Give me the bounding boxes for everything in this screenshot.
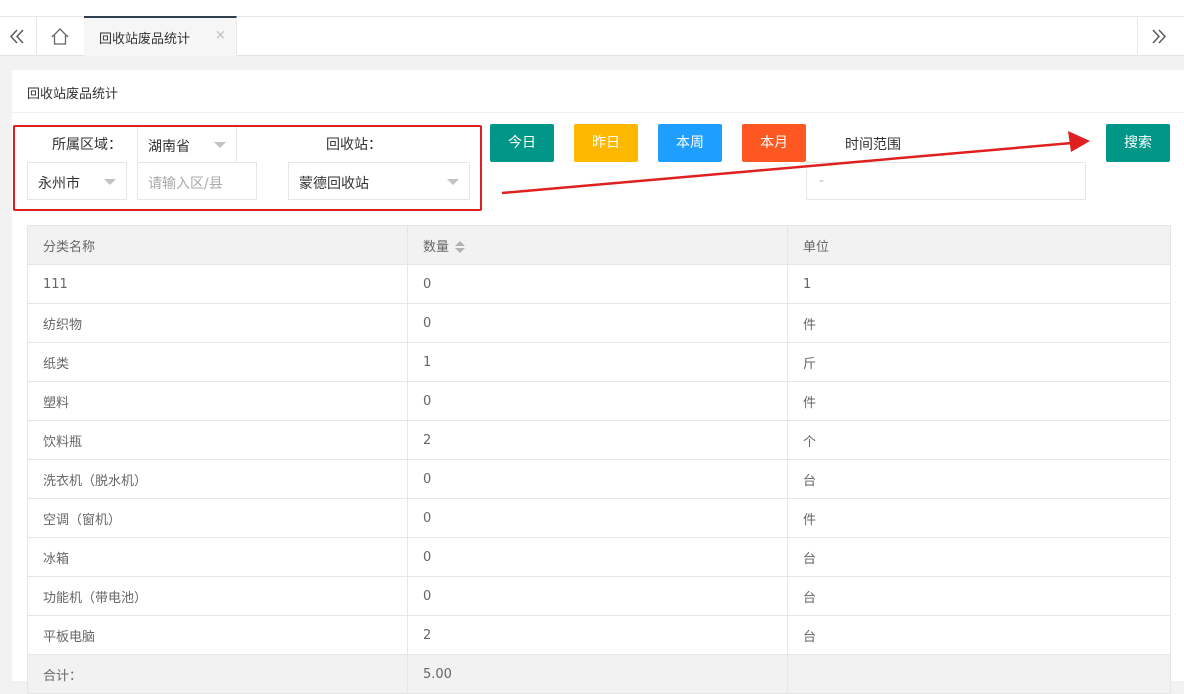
category-cell: 冰箱 <box>27 537 408 577</box>
category-cell: 空调（窗机） <box>27 498 408 538</box>
quantity-cell: 0 <box>407 537 788 577</box>
quantity-cell: 0 <box>407 576 788 616</box>
table-row: 空调（窗机） 0 件 <box>27 498 1171 538</box>
category-cell: 塑料 <box>27 381 408 421</box>
unit-cell: 件 <box>787 498 1171 538</box>
quantity-cell: 0 <box>407 498 788 538</box>
unit-cell: 个 <box>787 420 1171 460</box>
unit-cell: 件 <box>787 381 1171 421</box>
category-cell: 纺织物 <box>27 303 408 343</box>
table-row: 功能机（带电池） 0 台 <box>27 576 1171 616</box>
quantity-cell: 0 <box>407 459 788 499</box>
quantity-cell: 0 <box>407 264 788 304</box>
unit-cell: 台 <box>787 576 1171 616</box>
header-quantity-label: 数量 <box>423 239 450 255</box>
quantity-cell: 0 <box>407 381 788 421</box>
table-row: 饮料瓶 2 个 <box>27 420 1171 460</box>
header-category: 分类名称 <box>27 225 408 265</box>
header-unit: 单位 <box>787 225 1171 265</box>
total-label: 合计： <box>27 654 408 694</box>
header-quantity[interactable]: 数量 <box>407 225 788 265</box>
category-cell: 饮料瓶 <box>27 420 408 460</box>
table-row: 塑料 0 件 <box>27 381 1171 421</box>
table-row: 平板电脑 2 台 <box>27 615 1171 655</box>
category-cell: 洗衣机（脱水机） <box>27 459 408 499</box>
table-total-row: 合计： 5.00 <box>27 654 1171 694</box>
table-row: 纺织物 0 件 <box>27 303 1171 343</box>
sort-icon[interactable] <box>455 241 466 253</box>
category-cell: 纸类 <box>27 342 408 382</box>
category-cell: 功能机（带电池） <box>27 576 408 616</box>
category-cell: 平板电脑 <box>27 615 408 655</box>
unit-cell: 斤 <box>787 342 1171 382</box>
quantity-cell: 1 <box>407 342 788 382</box>
table-row: 洗衣机（脱水机） 0 台 <box>27 459 1171 499</box>
category-cell: 111 <box>27 264 408 304</box>
unit-cell: 1 <box>787 264 1171 304</box>
total-value: 5.00 <box>407 654 788 694</box>
table-row: 纸类 1 斤 <box>27 342 1171 382</box>
unit-cell: 台 <box>787 537 1171 577</box>
unit-cell: 台 <box>787 615 1171 655</box>
table-row: 冰箱 0 台 <box>27 537 1171 577</box>
quantity-cell: 2 <box>407 615 788 655</box>
quantity-cell: 0 <box>407 303 788 343</box>
stats-table: 分类名称 数量 单位 111 0 1 纺织物 0 件纸类 1 斤塑料 0 件饮料瓶 2 个洗衣机（脱水… <box>27 225 1171 694</box>
quantity-cell: 2 <box>407 420 788 460</box>
total-unit <box>787 654 1171 694</box>
unit-cell: 件 <box>787 303 1171 343</box>
table-row: 111 0 1 <box>27 264 1171 304</box>
unit-cell: 台 <box>787 459 1171 499</box>
table-header-row: 分类名称 数量 单位 <box>27 225 1171 265</box>
